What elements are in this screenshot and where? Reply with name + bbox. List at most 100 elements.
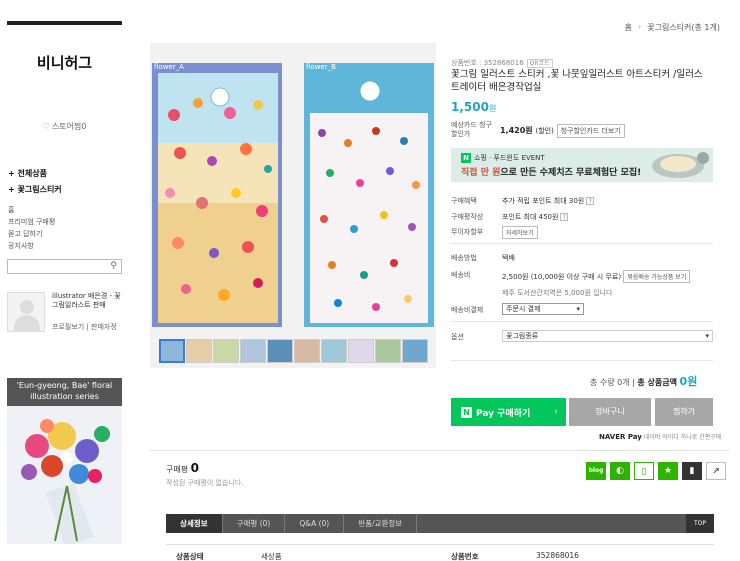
breadcrumb-home[interactable]: 홈 xyxy=(625,22,632,33)
product-main-image xyxy=(150,43,436,368)
profile-view-link[interactable]: 프로필보기 xyxy=(52,323,84,331)
band-icon[interactable]: ◐ xyxy=(610,462,630,480)
total-price: 총 수량 0개 | 총 상품금액 0원 xyxy=(590,375,698,388)
blog-icon[interactable]: blog xyxy=(586,462,606,480)
card-price: 1,420원 (할인) 청구할인카드 더보기 xyxy=(500,124,625,138)
promo-image xyxy=(652,152,709,178)
seller-info-link[interactable]: 판매자정 xyxy=(91,323,117,331)
banner-caption: 'Eun-gyeong, Bae' floral illustration se… xyxy=(7,378,122,406)
scroll-top-button[interactable]: TOP xyxy=(685,514,714,533)
ship-pay-label: 배송비결제 xyxy=(451,306,484,314)
bookmark-icon[interactable]: ▮ xyxy=(682,462,702,480)
sidebar-link-home[interactable]: 홈 xyxy=(8,205,14,215)
thumbnail-strip xyxy=(159,339,428,363)
promo-banner[interactable]: N 쇼핑 · 푸드윈도 EVENT 직접 만 원으로 만든 수제치즈 무료체험단… xyxy=(451,148,713,182)
sidebar-banner[interactable]: 'Eun-gyeong, Bae' floral illustration se… xyxy=(7,378,122,544)
wish-button[interactable]: 찜하기 xyxy=(655,398,713,426)
thumbnail[interactable] xyxy=(348,339,374,363)
detail-tabs: 상세정보 구매평 (0) Q&A (0) 반품/교환정보 TOP xyxy=(166,514,714,533)
store-name[interactable]: 비니허그 xyxy=(7,52,122,73)
ship-island-note: 제주 도서산간지역은 5,000원 입니다 xyxy=(502,289,613,297)
naver-n-icon: N xyxy=(461,406,472,418)
bouquet-illustration xyxy=(7,406,122,544)
image-label-a: flower_A xyxy=(154,63,184,71)
thumbnail[interactable] xyxy=(294,339,320,363)
thumbnail[interactable] xyxy=(213,339,239,363)
heart-icon: ♡ xyxy=(42,122,50,131)
avatar[interactable] xyxy=(7,292,45,332)
sidebar-link-premium-review[interactable]: 프리미엄 구매평 xyxy=(8,217,55,227)
thumbnail[interactable] xyxy=(402,339,428,363)
share-bar: blog ◐ ▯ ★ ▮ ↗ xyxy=(586,462,726,480)
spec-table: 상품상태 새상품 상품번호 352868016 xyxy=(166,544,714,561)
store-favorite[interactable]: ♡ 스토어찜0 xyxy=(7,121,122,132)
help-icon[interactable]: ? xyxy=(560,213,569,221)
naver-pay-note: NAVER Pay 네이버 아이디 하나로 간편구매 xyxy=(599,433,722,441)
profile-links: 프로필보기 | 판매자정 xyxy=(52,323,117,331)
image-label-b: flower_B xyxy=(306,63,336,71)
divider xyxy=(451,360,713,361)
purchase-empty: 작성된 구매평이 없습니다. xyxy=(166,479,244,487)
phone-icon[interactable]: ▯ xyxy=(634,462,654,480)
product-number: 상품번호 : 352868016 QR코드 xyxy=(451,58,553,68)
divider xyxy=(451,243,713,244)
profile-name[interactable]: illustrator 배은경 - 꽃그림일러스트 판매 xyxy=(52,292,124,310)
breadcrumb-current[interactable]: 꽃그림스티커(총 1개) xyxy=(647,22,720,33)
bundle-shipping-button[interactable]: 묶음배송 가능상품 보기 xyxy=(623,270,691,283)
naver-pay-button[interactable]: N Pay 구매하기 › xyxy=(451,398,566,426)
spec-no-label: 상품번호 xyxy=(451,552,479,561)
thumbnail[interactable] xyxy=(321,339,347,363)
thumbnail[interactable] xyxy=(186,339,212,363)
card-discount-button[interactable]: 청구할인카드 더보기 xyxy=(556,124,625,138)
purchase-count: 구매평 0 xyxy=(166,461,199,475)
promo-tag: 쇼핑 · 푸드윈도 EVENT xyxy=(474,154,545,162)
review-value: 포인트 최대 450원? xyxy=(502,212,569,222)
product-image-gallery[interactable]: flower_A flower_B xyxy=(150,43,436,368)
sidebar-link-notice[interactable]: 공지사항 xyxy=(8,241,34,251)
interest-value: 자세히보기 xyxy=(502,226,538,239)
favorite-label: 스토어찜0 xyxy=(51,122,87,131)
interest-detail-button[interactable]: 자세히보기 xyxy=(502,226,538,239)
help-icon[interactable]: ? xyxy=(586,197,595,205)
thumbnail[interactable] xyxy=(267,339,293,363)
search-icon[interactable]: ⚲ xyxy=(110,261,117,271)
thumbnail[interactable] xyxy=(240,339,266,363)
spec-status-label: 상품상태 xyxy=(176,552,204,561)
thumbnail[interactable] xyxy=(375,339,401,363)
tab-detail[interactable]: 상세정보 xyxy=(166,514,223,533)
tab-reviews[interactable]: 구매평 (0) xyxy=(223,514,286,533)
breadcrumb: 홈 › 꽃그림스티커(총 1개) xyxy=(625,22,720,33)
store-top-bar xyxy=(7,21,122,25)
benefit-label: 구매혜택 xyxy=(451,197,477,205)
thumbnail[interactable] xyxy=(159,339,185,363)
category-all[interactable]: + 전체상품 xyxy=(8,168,47,179)
qr-code-button[interactable]: QR코드 xyxy=(526,59,553,68)
chevron-down-icon: ▾ xyxy=(576,305,580,313)
tab-return[interactable]: 반품/교환정보 xyxy=(344,514,418,533)
option-select[interactable]: 꽃그림종류 ▾ xyxy=(502,330,713,342)
option-label: 옵션 xyxy=(451,333,464,341)
divider xyxy=(451,321,713,322)
ship-fee-value: 2,500원 (10,000원 이상 구매 시 무료) 묶음배송 가능상품 보기 xyxy=(502,270,691,283)
ship-pay-select[interactable]: 주문시 결제 ▾ xyxy=(502,303,584,315)
product-price: 1,500원 xyxy=(451,100,497,114)
breadcrumb-separator: › xyxy=(638,22,642,31)
card-price-label: 예상카드 청구할인가 xyxy=(451,121,492,138)
section-divider xyxy=(150,450,729,451)
chevron-down-icon: ▾ xyxy=(705,332,709,340)
tab-qna[interactable]: Q&A (0) xyxy=(285,514,345,533)
promo-text: 직접 만 원으로 만든 수제치즈 무료체험단 모집! xyxy=(461,168,642,178)
share-icon[interactable]: ↗ xyxy=(706,462,726,480)
star-icon[interactable]: ★ xyxy=(658,462,678,480)
ship-method-label: 배송방법 xyxy=(451,254,477,262)
ship-fee-label: 배송비 xyxy=(451,271,471,279)
chevron-right-icon: › xyxy=(554,407,558,417)
spec-no-value: 352868016 xyxy=(536,551,579,560)
sidebar-link-qna[interactable]: 묻고 답하기 xyxy=(8,229,42,239)
category-flower-sticker[interactable]: + 꽃그림스티커 xyxy=(8,184,62,195)
benefit-value: 추가 적립 포인트 최대 30원? xyxy=(502,196,595,206)
cart-button[interactable]: 장바구니 xyxy=(569,398,651,426)
store-search-input[interactable]: ⚲ xyxy=(7,259,122,274)
naver-n-icon: N xyxy=(461,153,471,163)
product-title: 꽃그림 일러스트 스티커 ,꽃 나뭇잎일러스트 아트스티커 /일러스트레이터 배… xyxy=(451,69,703,93)
